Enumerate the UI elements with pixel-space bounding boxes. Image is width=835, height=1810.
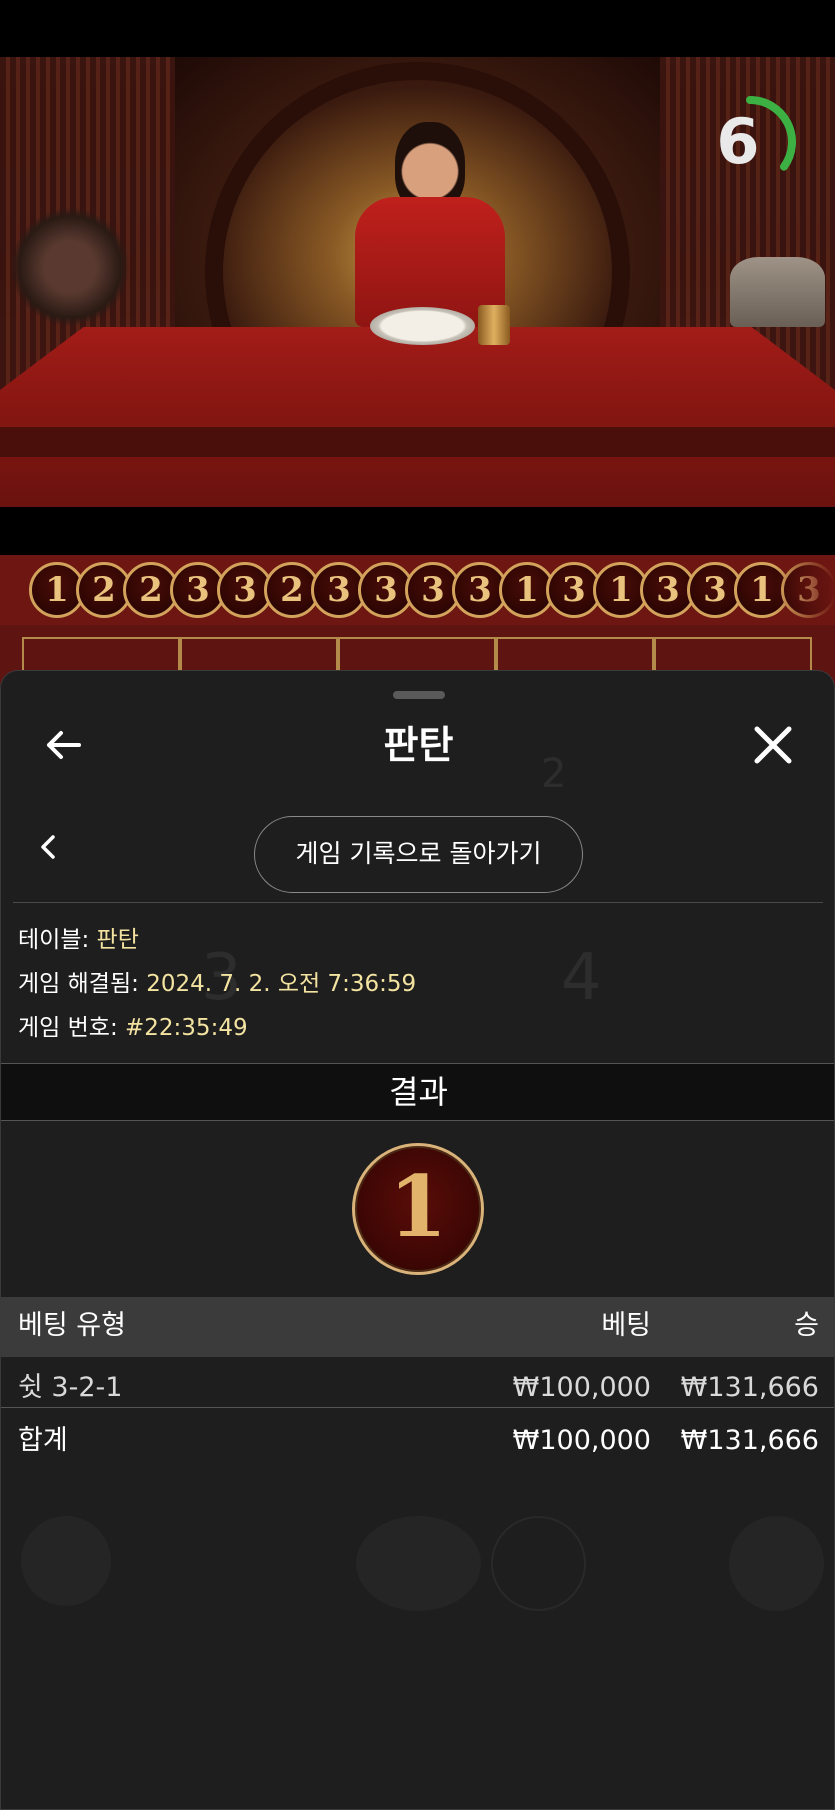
- game-history-sheet: 2 4 3 판탄 게임 기록으로 돌아가기 테이블: 판탄 게임 해결됨: 20…: [0, 670, 835, 1810]
- history-road: 12233233331313313: [0, 555, 835, 625]
- total-win-amount: ₩131,666: [680, 1425, 819, 1456]
- history-road-beads: 12233233331313313: [0, 555, 835, 625]
- total-bet-amount: ₩100,000: [512, 1425, 651, 1456]
- back-to-history-button[interactable]: 게임 기록으로 돌아가기: [254, 816, 583, 893]
- info-resolved-label: 게임 해결됨:: [18, 971, 139, 997]
- background-ghost-button: [729, 1516, 824, 1611]
- row-bet-type: 쉿 3-2-1: [18, 1372, 123, 1403]
- drag-handle[interactable]: [393, 691, 445, 699]
- bonsai-plant: [10, 207, 130, 327]
- info-table-label: 테이블:: [18, 927, 90, 953]
- timer-seconds: 6: [716, 105, 760, 178]
- background-ghost-button: [491, 1516, 586, 1611]
- background-ghost-chip: [356, 1516, 481, 1611]
- result-header: 결과: [1, 1063, 834, 1121]
- info-table: 테이블: 판탄: [18, 923, 139, 957]
- bead-bowl: [370, 307, 475, 345]
- header-bet: 베팅: [601, 1310, 651, 1341]
- info-resolved-value: 2024. 7. 2. 오전 7:36:59: [146, 971, 417, 997]
- result-value: 1: [388, 1157, 448, 1256]
- header-bet-type: 베팅 유형: [18, 1310, 126, 1341]
- chevron-left-icon[interactable]: [31, 829, 67, 865]
- info-game-number-label: 게임 번호:: [18, 1015, 118, 1041]
- total-label: 합계: [18, 1425, 68, 1456]
- row-win-amount: ₩131,666: [680, 1372, 819, 1403]
- brass-cup: [478, 305, 510, 345]
- info-game-number-value: #22:35:49: [125, 1015, 248, 1041]
- info-game-number: 게임 번호: #22:35:49: [18, 1011, 248, 1045]
- bet-table-header: 베팅 유형 베팅 승: [1, 1297, 834, 1357]
- background-ghost-figure: 4: [561, 941, 602, 1015]
- sheet-title: 판탄: [383, 723, 454, 767]
- info-table-value: 판탄: [96, 927, 139, 953]
- table-row: 쉿 3-2-1 ₩100,000 ₩131,666: [1, 1359, 834, 1411]
- road-fade: [775, 555, 835, 625]
- divider: [13, 902, 823, 903]
- table-edge: [0, 427, 835, 457]
- row-bet-amount: ₩100,000: [512, 1372, 651, 1403]
- total-row: 합계 ₩100,000 ₩131,666: [1, 1412, 834, 1464]
- dragon-statue: [730, 257, 825, 327]
- close-icon[interactable]: [749, 721, 797, 769]
- background-ghost-button: [21, 1516, 111, 1606]
- divider: [1, 1407, 834, 1408]
- header-win: 승: [794, 1310, 819, 1341]
- status-bar: [0, 0, 835, 57]
- info-resolved: 게임 해결됨: 2024. 7. 2. 오전 7:36:59: [18, 967, 416, 1001]
- game-table: [0, 327, 835, 507]
